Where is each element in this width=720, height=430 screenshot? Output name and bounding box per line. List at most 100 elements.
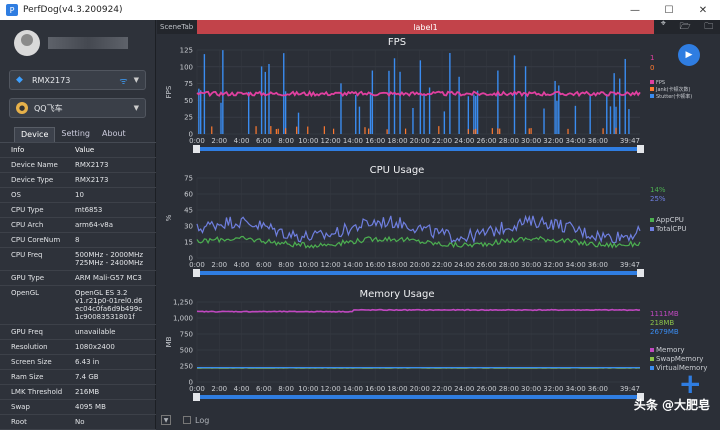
tab-setting[interactable]: Setting [55, 127, 96, 142]
info-value: 500MHz - 2000MHz 725MHz - 2400MHz [75, 251, 144, 267]
y-axis-label: MB [165, 336, 173, 347]
log-checkbox[interactable] [183, 416, 191, 424]
x-tick-label: 0:00 [189, 137, 205, 145]
x-tick-label: 22:00 [432, 137, 452, 145]
x-tick-label: 14:00 [343, 137, 363, 145]
slider-start-handle [193, 145, 200, 153]
toolbar-icons: ⌖ 🗁 🗀 [654, 19, 720, 35]
x-end-label: 39:47 [620, 385, 640, 393]
legend-label: Jank(卡顿次数) [655, 86, 691, 93]
info-value: 6.43 in [75, 358, 100, 366]
sidebar-tabs: Device Setting About [14, 127, 155, 142]
info-table-header: Info Value [0, 143, 156, 158]
current-value-label: 0 [650, 64, 654, 72]
cpu-usage-chart: CPU Usage 0 15 30 45 60 75% 0:00 2:00 4:00 6:00 8:0… [157, 162, 720, 286]
chevron-down-icon: ▼ [133, 76, 139, 84]
chevron-down-icon: ▼ [133, 104, 139, 112]
x-tick-label: 8:00 [278, 137, 294, 145]
legend-swatch [650, 348, 654, 352]
info-value: 1080x2400 [75, 343, 115, 351]
info-value: 4095 MB [75, 403, 106, 411]
y-tick-label: 45 [184, 207, 193, 215]
legend-swatch [650, 218, 654, 222]
table-row: GPU Type ARM Mali-G57 MC3 [0, 271, 156, 286]
y-tick-label: 1,250 [173, 299, 193, 307]
time-range-slider [197, 395, 640, 399]
current-value-label: 218MB [650, 319, 674, 327]
sidebar: ◆ RMX2173 ᯤ ▼ ● QQ飞车 ▼ Device Setting Ab… [0, 20, 156, 430]
info-key: Resolution [11, 343, 48, 351]
current-value-label: 14% [650, 186, 666, 194]
collapse-arrow-icon[interactable]: ▼ [161, 415, 171, 425]
legend-swatch [650, 87, 654, 91]
legend-swatch [650, 357, 654, 361]
x-tick-label: 30:00 [521, 261, 541, 269]
info-value: RMX2173 [75, 176, 109, 184]
tab-about[interactable]: About [96, 127, 132, 142]
legend-label: TotalCPU [655, 225, 687, 233]
slider-end-handle [637, 145, 644, 153]
y-tick-label: 125 [180, 47, 193, 55]
info-key: CPU CoreNum [11, 236, 61, 244]
chart-svg: 0 25 50 75 100 125 FPS 0:00 2:00 4:00 6:00 8:00 10:0… [165, 47, 692, 153]
y-tick-label: 75 [184, 175, 193, 183]
info-key: Root [11, 418, 27, 426]
table-row: Device Name RMX2173 [0, 158, 156, 173]
x-end-label: 39:47 [620, 137, 640, 145]
bottom-bar: ▼ Log [157, 410, 720, 430]
info-key: LMK Threshold [11, 388, 63, 396]
info-value: OpenGL ES 3.2 v1.r21p0-01rel0.d6 ec04c0f… [75, 289, 143, 321]
fps-line [196, 89, 641, 98]
info-header-value: Value [75, 146, 95, 154]
avatar[interactable] [14, 30, 40, 56]
y-tick-label: 15 [184, 239, 193, 247]
x-end-label: 39:47 [620, 261, 640, 269]
current-value-label: 25% [650, 195, 666, 203]
close-button[interactable]: ✕ [686, 0, 720, 20]
table-row: CPU Arch arm64-v8a [0, 218, 156, 233]
x-tick-label: 34:00 [566, 261, 586, 269]
x-tick-label: 4:00 [234, 261, 250, 269]
info-key: OpenGL [11, 289, 40, 297]
scene-bar: SceneTab label1 ⌖ 🗁 🗀 [157, 19, 720, 35]
x-tick-label: 24:00 [454, 137, 474, 145]
app-select[interactable]: ● QQ飞车 ▼ [9, 98, 146, 118]
x-tick-label: 2:00 [211, 261, 227, 269]
info-key: Ram Size [11, 373, 44, 381]
y-tick-label: 50 [184, 97, 193, 105]
main-panel: SceneTab label1 ⌖ 🗁 🗀 FPS 0 25 50 75 100 125 FP… [157, 19, 720, 430]
time-range-slider [197, 147, 640, 151]
x-tick-label: 16:00 [365, 137, 385, 145]
x-tick-label: 2:00 [211, 137, 227, 145]
tab-device[interactable]: Device [14, 127, 56, 142]
info-value: 7.4 GB [75, 373, 99, 381]
table-row: Swap 4095 MB [0, 400, 156, 415]
info-value: arm64-v8a [75, 221, 113, 229]
info-value: 216MB [75, 388, 100, 396]
x-tick-label: 36:00 [588, 137, 608, 145]
x-tick-label: 20:00 [410, 385, 430, 393]
maximize-button[interactable]: ☐ [652, 0, 686, 20]
x-tick-label: 16:00 [365, 385, 385, 393]
x-tick-label: 28:00 [499, 261, 519, 269]
play-button[interactable]: ▶ [678, 44, 700, 66]
minimize-button[interactable]: — [618, 0, 652, 20]
device-select[interactable]: ◆ RMX2173 ᯤ ▼ [9, 70, 146, 90]
y-axis-label: % [165, 214, 173, 221]
folder-icon[interactable]: 🗀 [704, 19, 713, 35]
legend-label: AppCPU [656, 216, 684, 224]
table-row: CPU Freq 500MHz - 2000MHz 725MHz - 2400MH… [0, 248, 156, 271]
location-icon[interactable]: ⌖ [661, 19, 666, 35]
x-tick-label: 4:00 [234, 385, 250, 393]
table-row: Screen Size 6.43 in [0, 355, 156, 370]
legend-swatch [650, 94, 654, 98]
current-value-label: 1 [650, 54, 654, 62]
add-chart-button[interactable]: + [679, 370, 702, 398]
x-tick-label: 18:00 [387, 261, 407, 269]
folder-open-icon[interactable]: 🗁 [679, 19, 690, 35]
scene-tab[interactable]: SceneTab [157, 23, 197, 31]
info-value: mt6853 [75, 206, 103, 214]
scene-label-bar[interactable]: label1 [197, 20, 654, 34]
memory-usage-chart: Memory Usage 0 250 500 750 1,000 1,250 MB 0:00 2:… [157, 286, 720, 410]
info-key: CPU Type [11, 206, 44, 214]
